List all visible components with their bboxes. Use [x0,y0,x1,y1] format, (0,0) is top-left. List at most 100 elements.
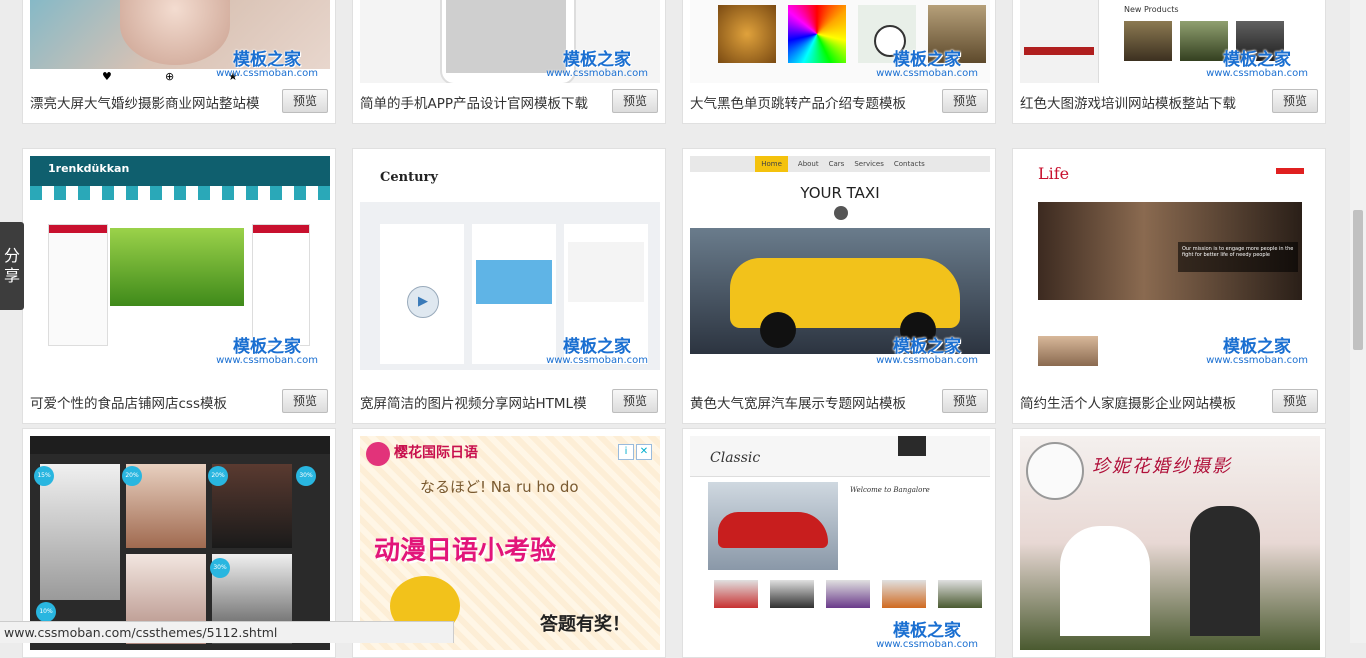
discount-badge: 20% [208,466,228,486]
discount-badge: 30% [296,466,316,486]
donate-button[interactable] [1276,168,1304,174]
template-card[interactable]: 模板之家 www.cssmoban.com 简单的手机APP产品设计官网模板下载 … [352,0,666,124]
page-scrollbar[interactable] [1350,0,1366,643]
discount-badge: 15% [34,466,54,486]
heart-icon[interactable]: ♥ [102,70,112,83]
nav-item[interactable]: Contacts [894,156,925,172]
site-logo: Life [1038,164,1070,183]
nav-item[interactable]: Home [755,156,788,172]
site-nav: Home About Cars Services Contacts [690,156,990,172]
site-header: 1renkdükkan [30,156,330,186]
template-thumbnail[interactable]: Life Our mission is to engage more peopl… [1020,156,1320,370]
watermark: 模板之家 www.cssmoban.com [876,621,978,650]
preview-button[interactable]: 预览 [612,389,658,413]
lion-image [718,5,776,63]
card-title[interactable]: 大气黑色单页跳转产品介绍专题模板 [690,92,938,112]
model-face [120,0,230,65]
ad-headline: 动漫日语小考验 [374,536,557,566]
sidebar-menu [1020,0,1099,83]
site-logo: 1renkdükkan [48,162,130,175]
template-thumbnail[interactable]: 珍妮花婚纱摄影 [1020,436,1320,650]
hero-photo: Our mission is to engage more people in … [1038,202,1302,300]
template-thumbnail[interactable]: 1renkdükkan 模板之家 www.cssmoban.com [30,156,330,370]
scrollbar-thumb[interactable] [1353,210,1363,350]
discount-badge: 30% [210,558,230,578]
preview-button[interactable]: 预览 [942,389,988,413]
template-card[interactable]: 模板之家 www.cssmoban.com 大气黑色单页跳转产品介绍专题模板 预览 [682,0,996,124]
ad-controls: i ✕ [618,444,652,460]
template-thumbnail[interactable]: Home About Cars Services Contacts YOUR T… [690,156,990,370]
template-card[interactable]: ♥ ⊕ ★ 模板之家 www.cssmoban.com 漂亮大屏大气婚纱摄影商业网… [22,0,336,124]
ad-cta[interactable]: 答题有奖！ [540,610,630,636]
card-footer: 大气黑色单页跳转产品介绍专题模板 预览 [690,89,988,113]
watermark: 模板之家 www.cssmoban.com [876,337,978,366]
section-heading: New Products [1124,5,1179,14]
preview-button[interactable]: 预览 [282,89,328,113]
template-thumbnail[interactable]: 模板之家 www.cssmoban.com [360,0,660,83]
card-title[interactable]: 可爱个性的食品店铺网店css模板 [30,392,278,412]
bride-figure [1060,526,1150,636]
promo-banner [110,228,244,306]
link-icon[interactable]: ⊕ [165,70,174,83]
preview-button[interactable]: 预览 [282,389,328,413]
template-card[interactable]: Home About Cars Services Contacts YOUR T… [682,148,996,424]
template-thumbnail[interactable]: New Products 模板之家 www.cssmoban.com [1020,0,1320,83]
template-card[interactable]: 珍妮花婚纱摄影 [1012,428,1326,658]
card-footer: 漂亮大屏大气婚纱摄影商业网站整站模 预览 [30,89,328,113]
site-logo: Century [380,170,438,185]
ad-brand: 樱花国际日语 [394,445,478,461]
card-title[interactable]: 宽屏简洁的图片视频分享网站HTML模 [360,392,608,412]
groom-figure [1190,506,1260,636]
site-nav [30,436,330,454]
hero-heading: YOUR TAXI [800,184,880,202]
template-thumbnail[interactable]: 15% 20% 20% 30% 30% 10% [30,436,330,650]
watermark: 模板之家 www.cssmoban.com [1206,337,1308,366]
preview-button[interactable]: 预览 [612,89,658,113]
sakura-logo-icon [366,442,390,466]
car-photo [708,482,838,570]
template-thumbnail[interactable]: Century ▶ 模板之家 www.cssmoban.com [360,156,660,370]
template-thumbnail[interactable]: ♥ ⊕ ★ 模板之家 www.cssmoban.com [30,0,330,83]
card-title[interactable]: 简约生活个人家庭摄影企业网站模板 [1020,392,1268,412]
preview-button[interactable]: 预览 [1272,389,1318,413]
card-title[interactable]: 黄色大气宽屏汽车展示专题网站模板 [690,392,938,412]
studio-logo [1026,442,1084,500]
template-card[interactable]: New Products 模板之家 www.cssmoban.com 红色大图游戏… [1012,0,1326,124]
awning [30,186,330,200]
preview-button[interactable]: 预览 [1272,89,1318,113]
taxi-icon [834,206,848,220]
template-card[interactable]: Century ▶ 模板之家 www.cssmoban.com 宽屏简洁的图片视频… [352,148,666,424]
play-icon[interactable]: ▶ [407,286,439,318]
card-title[interactable]: 红色大图游戏培训网站模板整站下载 [1020,92,1268,112]
taxi-photo [690,228,990,354]
card-footer: 可爱个性的食品店铺网店css模板 预览 [30,389,328,413]
card-title[interactable]: 简单的手机APP产品设计官网模板下载 [360,92,608,112]
site-logo: Classic [710,450,761,466]
template-thumbnail[interactable]: 模板之家 www.cssmoban.com [690,0,990,83]
nav-item[interactable]: Cars [829,156,845,172]
template-card[interactable]: Classic Welcome to Bangalore 模板之家 www.css… [682,428,996,658]
nav-item[interactable]: About [798,156,819,172]
card-title[interactable]: 漂亮大屏大气婚纱摄影商业网站整站模 [30,92,278,112]
watermark: 模板之家 www.cssmoban.com [216,50,318,79]
ad-close-icon[interactable]: ✕ [636,444,652,460]
share-tab[interactable]: 分 享 [0,222,24,310]
deal-panel [252,224,310,346]
ad-info-icon[interactable]: i [618,444,634,460]
watermark: 模板之家 www.cssmoban.com [1206,50,1308,79]
preview-button[interactable]: 预览 [942,89,988,113]
discount-badge: 20% [122,466,142,486]
template-thumbnail[interactable]: Classic Welcome to Bangalore 模板之家 www.css… [690,436,990,650]
advertisement[interactable]: i ✕ 樱花国际日语 なるほど! Na ru ho do 动漫日语小考验 答题有… [360,436,660,650]
photo-card [472,224,556,364]
card-footer: 简单的手机APP产品设计官网模板下载 预览 [360,89,658,113]
card-footer: 简约生活个人家庭摄影企业网站模板 预览 [1020,389,1318,413]
template-card[interactable]: Life Our mission is to engage more peopl… [1012,148,1326,424]
card-footer: 黄色大气宽屏汽车展示专题网站模板 预览 [690,389,988,413]
mission-caption: Our mission is to engage more people in … [1178,242,1298,272]
watermark: 模板之家 www.cssmoban.com [546,337,648,366]
watermark: 模板之家 www.cssmoban.com [876,50,978,79]
template-card[interactable]: 1renkdükkan 模板之家 www.cssmoban.com 可爱个性的食品… [22,148,336,424]
discount-badge: 10% [36,602,56,622]
nav-item[interactable]: Services [854,156,884,172]
